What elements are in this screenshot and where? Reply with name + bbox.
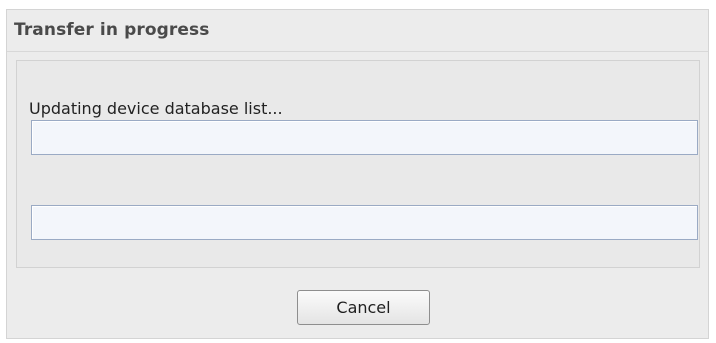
progress-bar-primary <box>31 120 698 155</box>
transfer-dialog: Transfer in progress Updating device dat… <box>6 9 709 339</box>
title-divider <box>7 51 708 52</box>
progress-bar-secondary <box>31 205 698 240</box>
content-panel: Updating device database list... <box>16 60 700 268</box>
dialog-title: Transfer in progress <box>14 20 210 40</box>
cancel-button[interactable]: Cancel <box>297 290 430 325</box>
status-text: Updating device database list... <box>29 99 283 118</box>
